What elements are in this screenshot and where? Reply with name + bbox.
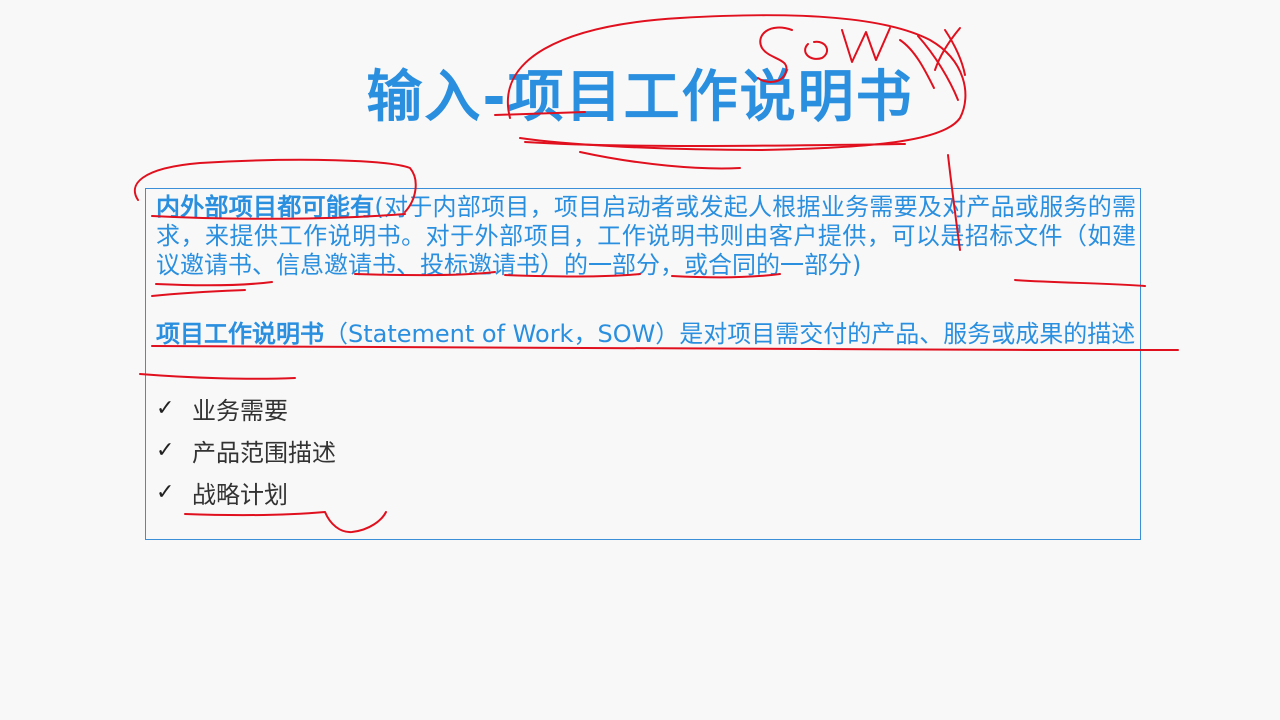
- checklist-item-label: 业务需要: [192, 396, 288, 425]
- annotation-title-underline-3: [579, 151, 741, 170]
- checklist-item: ✓ 产品范围描述: [156, 429, 336, 471]
- annotation-title-underline-2: [524, 141, 906, 147]
- paragraph-sow-definition: 项目工作说明书（Statement of Work，SOW）是对项目需交付的产品…: [156, 320, 1136, 349]
- checklist: ✓ 业务需要 ✓ 产品范围描述 ✓ 战略计划: [156, 387, 336, 513]
- checklist-item-label: 战略计划: [192, 480, 288, 509]
- check-icon: ✓: [156, 437, 175, 463]
- paragraph-1-lead: 内外部项目都可能有: [156, 193, 375, 221]
- checklist-item: ✓ 战略计划: [156, 471, 336, 513]
- paragraph-internal-external: 内外部项目都可能有(对于内部项目，项目启动者或发起人根据业务需要及对产品或服务的…: [156, 193, 1136, 280]
- content-box: 内外部项目都可能有(对于内部项目，项目启动者或发起人根据业务需要及对产品或服务的…: [145, 188, 1141, 540]
- slide-title: 输入-项目工作说明书: [366, 65, 914, 130]
- paragraph-2-lead: 项目工作说明书: [156, 320, 324, 348]
- checklist-item-label: 产品范围描述: [192, 438, 336, 467]
- check-icon: ✓: [156, 395, 175, 421]
- check-icon: ✓: [156, 479, 175, 505]
- checklist-item: ✓ 业务需要: [156, 387, 336, 429]
- paragraph-2-text: （Statement of Work，SOW）是对项目需交付的产品、服务或成果的…: [324, 320, 1136, 348]
